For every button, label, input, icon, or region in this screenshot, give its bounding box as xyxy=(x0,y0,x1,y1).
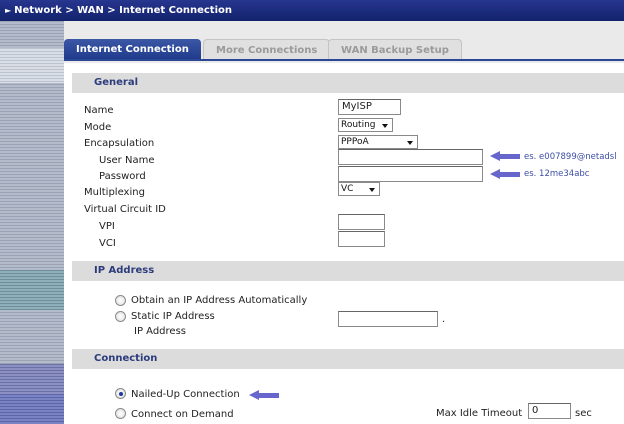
obtain-ip-auto-radio[interactable] xyxy=(115,295,126,306)
tab-underline xyxy=(64,59,624,61)
max-idle-timeout-label: Max Idle Timeout xyxy=(436,408,523,419)
multiplexing-select-value: VC xyxy=(341,184,354,194)
ip-address-input[interactable] xyxy=(338,311,438,327)
encapsulation-label: Encapsulation xyxy=(84,138,155,149)
name-label: Name xyxy=(84,105,114,116)
vcid-label: Virtual Circuit ID xyxy=(84,204,166,215)
password-input[interactable] xyxy=(338,166,483,182)
sidebar-band xyxy=(0,48,64,83)
connect-on-demand-label: Connect on Demand xyxy=(131,409,234,420)
chevron-down-icon xyxy=(369,188,375,192)
user-name-label: User Name xyxy=(99,155,155,166)
ip-address-label: IP Address xyxy=(134,326,186,337)
vpi-input[interactable] xyxy=(338,214,385,230)
breadcrumb-bar: ► Network > WAN > Internet Connection xyxy=(0,0,624,21)
section-connection-header: Connection xyxy=(72,349,624,369)
password-pointer-arrow-icon xyxy=(490,169,520,180)
ip-address-separator: . xyxy=(442,314,446,325)
obtain-ip-auto-label: Obtain an IP Address Automatically xyxy=(131,295,308,306)
vpi-label: VPI xyxy=(99,221,115,232)
chevron-down-icon xyxy=(407,141,413,145)
max-idle-timeout-unit: sec xyxy=(575,408,592,419)
main-content: General Name MyISP Mode Routing Encapsul… xyxy=(64,63,624,424)
breadcrumb-arrow-icon: ► xyxy=(5,6,12,15)
mode-select[interactable]: Routing xyxy=(338,118,393,132)
connect-on-demand-radio[interactable] xyxy=(115,408,126,419)
nailed-up-label: Nailed-Up Connection xyxy=(131,389,240,400)
static-ip-label: Static IP Address xyxy=(131,311,215,322)
section-ip-address-header: IP Address xyxy=(72,261,624,281)
vci-input[interactable] xyxy=(338,231,385,247)
mode-label: Mode xyxy=(84,122,112,133)
chevron-down-icon xyxy=(382,124,388,128)
multiplexing-select[interactable]: VC xyxy=(338,182,380,196)
encapsulation-select-value: PPPoA xyxy=(341,137,369,147)
static-ip-radio[interactable] xyxy=(115,311,126,322)
section-general-header: General xyxy=(72,73,624,93)
sidebar-band xyxy=(0,394,64,424)
sidebar-band xyxy=(0,364,64,394)
tab-bar: Internet Connection More Connections WAN… xyxy=(64,21,624,63)
user-name-hint: es. e007899@netadsl xyxy=(524,152,617,162)
vci-label: VCI xyxy=(99,238,116,249)
breadcrumb: Network > WAN > Internet Connection xyxy=(14,5,233,16)
max-idle-timeout-input[interactable]: 0 xyxy=(528,403,571,419)
sidebar-band xyxy=(0,270,64,310)
encapsulation-select[interactable]: PPPoA xyxy=(338,135,418,149)
name-input[interactable]: MyISP xyxy=(338,99,401,115)
password-hint: es. 12me34abc xyxy=(524,169,590,179)
left-sidebar xyxy=(0,21,64,424)
user-name-input[interactable] xyxy=(338,149,483,165)
tab-wan-backup-setup[interactable]: WAN Backup Setup xyxy=(328,39,462,60)
multiplexing-label: Multiplexing xyxy=(84,187,145,198)
tab-more-connections[interactable]: More Connections xyxy=(203,39,331,60)
nailed-up-radio[interactable] xyxy=(115,388,126,399)
nailed-up-pointer-arrow-icon xyxy=(249,390,279,401)
tab-internet-connection[interactable]: Internet Connection xyxy=(64,39,201,60)
mode-select-value: Routing xyxy=(341,120,376,130)
user-name-pointer-arrow-icon xyxy=(490,151,520,162)
password-label: Password xyxy=(99,171,146,182)
